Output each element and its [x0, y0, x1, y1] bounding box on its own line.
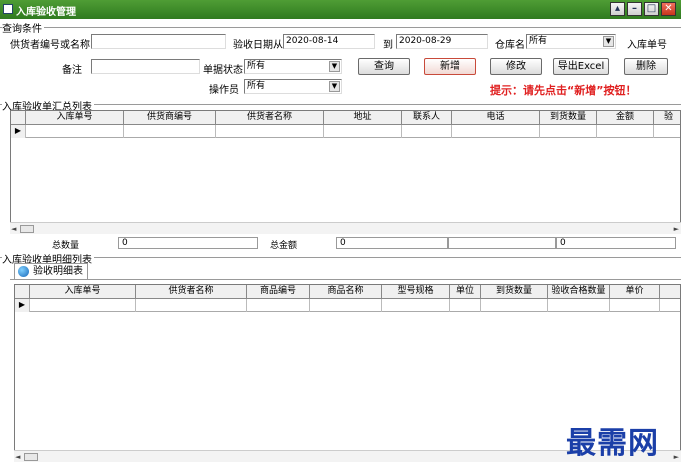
scroll-thumb[interactable]: [20, 225, 34, 233]
status-label: 单据状态: [203, 65, 243, 76]
status-value: 所有: [247, 61, 266, 71]
query-group-label: 查询条件: [2, 20, 44, 35]
remark-input[interactable]: [91, 59, 200, 74]
operator-select[interactable]: 所有 ▼: [244, 79, 342, 94]
maximize-icon[interactable]: □: [644, 2, 659, 16]
summary-grid-header: 入库单号 供货商编号 供货者名称 地址 联系人 电话 到货数量 金额 验: [11, 111, 680, 125]
scroll-left-icon[interactable]: ◄: [15, 452, 20, 462]
col-header[interactable]: 入库单号: [30, 285, 136, 299]
restore-icon[interactable]: ▴: [610, 2, 625, 16]
date-to-input[interactable]: 2020-08-29: [396, 34, 488, 49]
detail-grid-header: 入库单号 供货者名称 商品编号 商品名称 型号规格 单位 到货数量 验收合格数量…: [15, 285, 680, 299]
col-header[interactable]: 商品编号: [247, 285, 310, 299]
operator-value: 所有: [247, 81, 266, 91]
warehouse-value: 所有: [529, 36, 548, 46]
summary-group-border: [0, 104, 681, 105]
chevron-down-icon[interactable]: ▼: [329, 61, 340, 72]
row-indicator-header: [15, 285, 30, 299]
col-header[interactable]: 商品名称: [310, 285, 382, 299]
detail-group-border: [0, 257, 681, 258]
tab-detail-label: 验收明细表: [33, 266, 83, 277]
col-header[interactable]: 单位: [450, 285, 481, 299]
col-header[interactable]: 电话: [452, 111, 540, 125]
col-header[interactable]: 到货数量: [540, 111, 597, 125]
watermark-text: 最需网: [566, 426, 659, 461]
scroll-right-icon[interactable]: ►: [674, 224, 679, 234]
chevron-down-icon[interactable]: ▼: [603, 36, 614, 47]
total-blank-box: [448, 237, 556, 249]
col-header[interactable]: 到货数量: [481, 285, 548, 299]
col-header[interactable]: 型号规格: [382, 285, 450, 299]
inbound-no-label: 入库单号: [627, 40, 667, 51]
tab-detail[interactable]: 验收明细表: [14, 263, 88, 279]
col-header[interactable]: 供货商编号: [124, 111, 216, 125]
warehouse-select[interactable]: 所有 ▼: [526, 34, 616, 49]
total-qty-label: 总数量: [52, 241, 80, 251]
col-header[interactable]: 联系人: [402, 111, 452, 125]
col-header[interactable]: 验: [654, 111, 680, 125]
total-extra-value: 0: [556, 237, 676, 249]
supplier-input[interactable]: [91, 34, 226, 49]
edit-button[interactable]: 修改: [490, 58, 542, 75]
scroll-right-icon[interactable]: ►: [674, 452, 679, 462]
close-icon[interactable]: ✕: [661, 2, 676, 16]
summary-hscrollbar[interactable]: ◄ ►: [10, 222, 681, 234]
minimize-icon[interactable]: –: [627, 2, 642, 16]
status-select[interactable]: 所有 ▼: [244, 59, 342, 74]
col-header-extra: [660, 285, 680, 299]
globe-icon: [18, 266, 29, 277]
date-from-input[interactable]: 2020-08-14: [283, 34, 375, 49]
add-button[interactable]: 新增: [424, 58, 476, 75]
query-button[interactable]: 查询: [358, 58, 410, 75]
operator-label: 操作员: [209, 85, 239, 96]
col-header[interactable]: 地址: [324, 111, 402, 125]
row-pointer-icon: ▶: [11, 125, 26, 138]
delete-button[interactable]: 删除: [624, 58, 668, 75]
col-header[interactable]: 单价: [610, 285, 660, 299]
table-row[interactable]: ▶: [15, 299, 680, 312]
chevron-down-icon[interactable]: ▼: [329, 81, 340, 92]
col-header[interactable]: 供货者名称: [136, 285, 247, 299]
export-excel-button[interactable]: 导出Excel: [553, 58, 609, 75]
window-titlebar: 入库验收管理 ▴ – □ ✕: [0, 0, 681, 19]
supplier-label: 供货者编号或名称: [10, 40, 90, 51]
remark-label: 备注: [62, 65, 82, 76]
warehouse-label: 仓库名: [495, 40, 525, 51]
col-header[interactable]: 验收合格数量: [548, 285, 610, 299]
total-qty-value: 0: [118, 237, 258, 249]
hint-text: 提示：请先点击“新增”按钮！: [490, 84, 637, 97]
col-header[interactable]: 供货者名称: [216, 111, 324, 125]
row-pointer-icon: ▶: [15, 299, 30, 312]
tab-divider: [10, 279, 681, 280]
window-title: 入库验收管理: [16, 7, 76, 18]
total-amount-value: 0: [336, 237, 448, 249]
total-amount-label: 总金额: [270, 241, 298, 251]
row-indicator-header: [11, 111, 26, 125]
date-to-label: 到: [383, 40, 393, 51]
summary-grid[interactable]: 入库单号 供货商编号 供货者名称 地址 联系人 电话 到货数量 金额 验 ▶: [10, 110, 681, 234]
col-header[interactable]: 入库单号: [26, 111, 124, 125]
window-icon: [3, 4, 13, 14]
date-from-label: 验收日期从: [233, 40, 283, 51]
query-group-border: [0, 27, 681, 28]
table-row[interactable]: ▶: [11, 125, 680, 138]
col-header[interactable]: 金额: [597, 111, 654, 125]
scroll-thumb[interactable]: [24, 453, 38, 461]
scroll-left-icon[interactable]: ◄: [11, 224, 16, 234]
